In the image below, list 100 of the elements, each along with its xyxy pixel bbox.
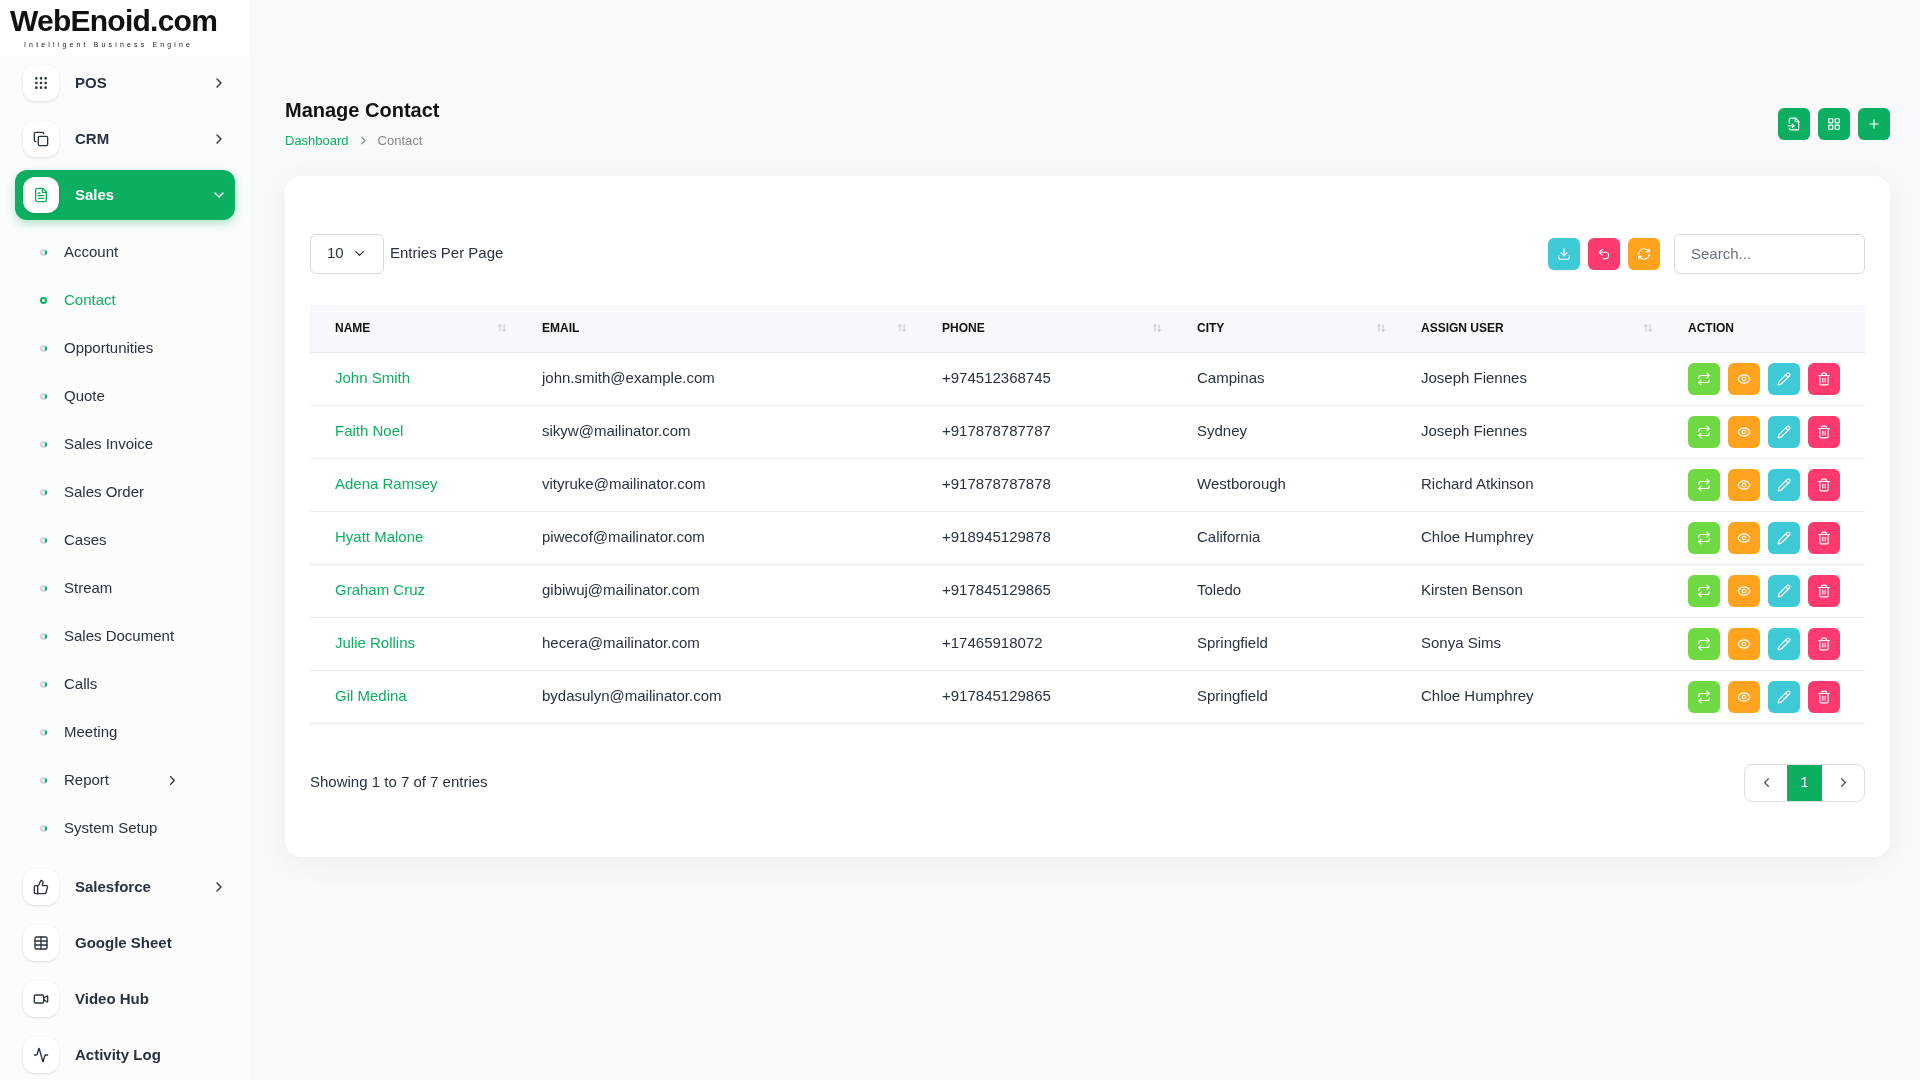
convert-icon <box>1697 530 1711 545</box>
toolbar-button[interactable] <box>1548 237 1580 270</box>
table-cell: Joseph Fiennes <box>1421 422 1527 440</box>
row-action-button[interactable] <box>1728 680 1760 713</box>
row-action-button[interactable] <box>1688 627 1720 660</box>
bullet-icon <box>40 728 47 736</box>
row-action-button[interactable] <box>1808 362 1840 395</box>
row-action-button[interactable] <box>1808 574 1840 607</box>
submenu-item[interactable]: Opportunities <box>0 324 250 372</box>
grid-icon <box>33 75 49 91</box>
sort-icon <box>897 323 907 333</box>
submenu-item[interactable]: Meeting <box>0 708 250 756</box>
row-action-button[interactable] <box>1728 415 1760 448</box>
bullet-icon <box>40 584 47 592</box>
table-cell: +917845129865 <box>942 687 1051 705</box>
row-action-button[interactable] <box>1688 521 1720 554</box>
convert-icon <box>1697 689 1711 704</box>
row-action-button[interactable] <box>1808 627 1840 660</box>
row-action-button[interactable] <box>1688 680 1720 713</box>
table-cell: gibiwuj@mailinator.com <box>542 581 700 599</box>
submenu-item[interactable]: Sales Order <box>0 468 250 516</box>
table-cell: piwecof@mailinator.com <box>542 528 705 546</box>
bullet-icon <box>40 536 47 544</box>
table-cell: Westborough <box>1197 475 1286 493</box>
row-action-button[interactable] <box>1688 574 1720 607</box>
row-action-button[interactable] <box>1768 521 1800 554</box>
column-header[interactable]: PHONE <box>917 319 1172 337</box>
row-action-button[interactable] <box>1768 627 1800 660</box>
row-action-button[interactable] <box>1768 468 1800 501</box>
table-cell: Chloe Humphrey <box>1421 528 1534 546</box>
trash-icon <box>1817 477 1831 492</box>
header-action-button[interactable] <box>1778 108 1810 140</box>
sidebar-item[interactable]: Video Hub <box>15 974 235 1024</box>
eye-icon <box>1737 424 1751 439</box>
submenu-item[interactable]: Stream <box>0 564 250 612</box>
table-cell: Sonya Sims <box>1421 634 1502 652</box>
sidebar-item[interactable]: Google Sheet <box>15 918 235 968</box>
row-action-button[interactable] <box>1728 574 1760 607</box>
table-cell: Campinas <box>1197 369 1265 387</box>
search-field[interactable]: Search... <box>1674 233 1865 274</box>
column-header[interactable]: ACTION <box>1663 319 1865 337</box>
table-cell: Springfield <box>1197 634 1268 652</box>
video-icon <box>33 991 49 1007</box>
table-cell: Richard Atkinson <box>1421 475 1534 493</box>
sidebar-item[interactable]: POS <box>15 58 235 108</box>
sidebar-item[interactable]: Activity Log <box>15 1030 235 1080</box>
submenu-item[interactable]: Sales Document <box>0 612 250 660</box>
submenu-item[interactable]: Sales Invoice <box>0 420 250 468</box>
bullet-icon <box>40 440 47 448</box>
sidebar-item[interactable]: CRM <box>15 114 235 164</box>
row-action-button[interactable] <box>1728 362 1760 395</box>
row-action-button[interactable] <box>1808 680 1840 713</box>
pencil-icon <box>1777 583 1791 598</box>
row-action-button[interactable] <box>1768 680 1800 713</box>
table-cell: +917878787878 <box>942 475 1051 493</box>
row-action-button[interactable] <box>1808 521 1840 554</box>
eye-icon <box>1737 371 1751 386</box>
row-action-button[interactable] <box>1728 521 1760 554</box>
submenu-item[interactable]: System Setup <box>0 804 250 852</box>
submenu-item[interactable]: Account <box>0 228 250 276</box>
sidebar-item[interactable]: Salesforce <box>15 862 235 912</box>
row-action-button[interactable] <box>1808 468 1840 501</box>
table-cell: Sydney <box>1197 422 1248 440</box>
row-action-button[interactable] <box>1688 415 1720 448</box>
row-action-button[interactable] <box>1688 362 1720 395</box>
submenu-item[interactable]: Report <box>0 756 250 804</box>
table-cell: +917878787787 <box>942 422 1051 440</box>
table-cell: vityruke@mailinator.com <box>542 475 706 493</box>
row-action-button[interactable] <box>1768 415 1800 448</box>
trash-icon <box>1817 371 1831 386</box>
entries-select[interactable]: 10 <box>310 233 384 274</box>
undo-icon <box>1597 246 1611 261</box>
pencil-icon <box>1777 477 1791 492</box>
column-header[interactable]: ASSIGN USER <box>1396 319 1663 337</box>
logo-text: WebEnoid.com <box>10 5 219 36</box>
header-action-button[interactable] <box>1818 108 1850 140</box>
table-icon <box>33 935 49 951</box>
submenu-item[interactable]: Calls <box>0 660 250 708</box>
row-action-button[interactable] <box>1768 362 1800 395</box>
toolbar-button[interactable] <box>1588 237 1620 270</box>
column-header[interactable]: CITY <box>1172 319 1396 337</box>
page-title: Manage Contact <box>285 98 440 123</box>
column-header[interactable]: NAME <box>310 319 517 337</box>
header-action-button[interactable] <box>1858 108 1890 140</box>
row-action-button[interactable] <box>1728 627 1760 660</box>
row-action-button[interactable] <box>1728 468 1760 501</box>
download-icon <box>1557 246 1571 261</box>
row-action-button[interactable] <box>1688 468 1720 501</box>
submenu-item[interactable]: Cases <box>0 516 250 564</box>
table-cell: Springfield <box>1197 687 1268 705</box>
eye-icon <box>1737 477 1751 492</box>
submenu-item[interactable]: Quote <box>0 372 250 420</box>
table-cell: john.smith@example.com <box>542 369 715 387</box>
convert-icon <box>1697 477 1711 492</box>
row-action-button[interactable] <box>1768 574 1800 607</box>
toolbar-button[interactable] <box>1628 237 1660 270</box>
row-action-button[interactable] <box>1808 415 1840 448</box>
column-header[interactable]: EMAIL <box>517 319 917 337</box>
table-cell: Joseph Fiennes <box>1421 369 1527 387</box>
convert-icon <box>1697 371 1711 386</box>
